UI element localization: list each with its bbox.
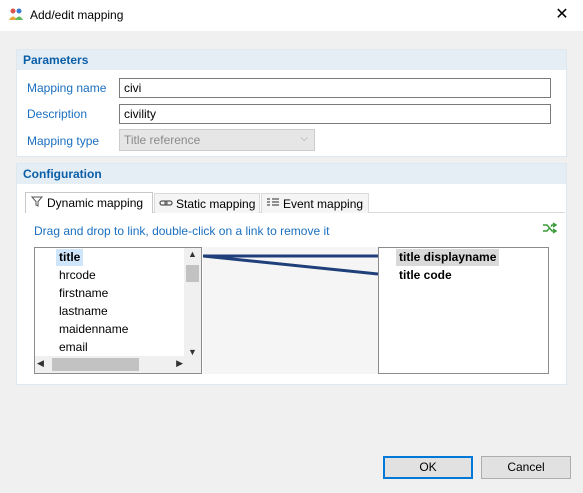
horizontal-scrollbar[interactable]: ◀ ▶ xyxy=(35,356,185,373)
scroll-left-icon[interactable]: ◀ xyxy=(37,358,44,369)
link-icon xyxy=(159,198,173,211)
title-bar: Add/edit mapping ✕ xyxy=(0,0,583,31)
list-item[interactable]: firstname xyxy=(59,285,108,302)
source-fields-list[interactable]: title hrcode firstname lastname maidenna… xyxy=(34,247,202,374)
scroll-right-icon[interactable]: ▶ xyxy=(176,358,183,369)
scroll-thumb[interactable] xyxy=(186,265,199,282)
mapping-name-input[interactable]: civi xyxy=(119,78,551,98)
list-item[interactable]: title xyxy=(56,249,84,266)
mapping-type-select[interactable]: Title reference ⌵ xyxy=(119,129,315,151)
cancel-button[interactable]: Cancel xyxy=(481,456,571,479)
scroll-corner xyxy=(184,356,201,373)
list-item[interactable]: maidenname xyxy=(59,321,128,338)
list-item[interactable]: email xyxy=(59,339,88,356)
list-item[interactable]: lastname xyxy=(59,303,108,320)
description-input[interactable]: civility xyxy=(119,104,551,124)
users-icon xyxy=(9,8,23,20)
mapping-tabs: Dynamic mapping Static mapping Event map… xyxy=(25,192,565,213)
tab-label: Event mapping xyxy=(283,197,364,211)
parameters-header: Parameters xyxy=(17,50,566,70)
configuration-section: Configuration Dynamic mapping Static map… xyxy=(16,163,567,385)
list-item[interactable]: title code xyxy=(399,267,452,284)
scroll-up-icon[interactable]: ▲ xyxy=(184,249,201,259)
window-title: Add/edit mapping xyxy=(30,8,124,22)
ok-button[interactable]: OK xyxy=(383,456,473,479)
description-label: Description xyxy=(27,107,88,121)
tab-dynamic-mapping[interactable]: Dynamic mapping xyxy=(25,192,153,213)
link-canvas[interactable] xyxy=(202,247,379,374)
tab-label: Static mapping xyxy=(176,197,256,211)
close-button[interactable]: ✕ xyxy=(553,6,571,24)
target-fields-list[interactable]: title displayname title code xyxy=(378,247,549,374)
tab-label: Dynamic mapping xyxy=(47,196,144,210)
vertical-scrollbar[interactable]: ▲ ▼ xyxy=(184,248,201,358)
mapping-name-label: Mapping name xyxy=(27,81,107,95)
shuffle-icon[interactable] xyxy=(542,222,558,237)
list-item[interactable]: title displayname xyxy=(396,249,500,266)
tab-static-mapping[interactable]: Static mapping xyxy=(154,193,260,213)
parameters-section: Parameters Mapping name civi Description… xyxy=(16,49,567,157)
tab-event-mapping[interactable]: Event mapping xyxy=(261,193,369,213)
mapping-type-label: Mapping type xyxy=(27,134,100,148)
chevron-down-icon: ⌵ xyxy=(300,133,308,144)
drag-drop-hint: Drag and drop to link, double-click on a… xyxy=(34,224,330,238)
link-line[interactable] xyxy=(202,254,379,276)
scroll-thumb[interactable] xyxy=(52,358,139,371)
mapping-type-value: Title reference xyxy=(124,133,201,147)
list-item[interactable]: hrcode xyxy=(59,267,96,284)
funnel-icon xyxy=(30,196,44,210)
list-icon xyxy=(266,198,280,211)
link-lines xyxy=(202,254,379,276)
configuration-header: Configuration xyxy=(17,164,566,184)
